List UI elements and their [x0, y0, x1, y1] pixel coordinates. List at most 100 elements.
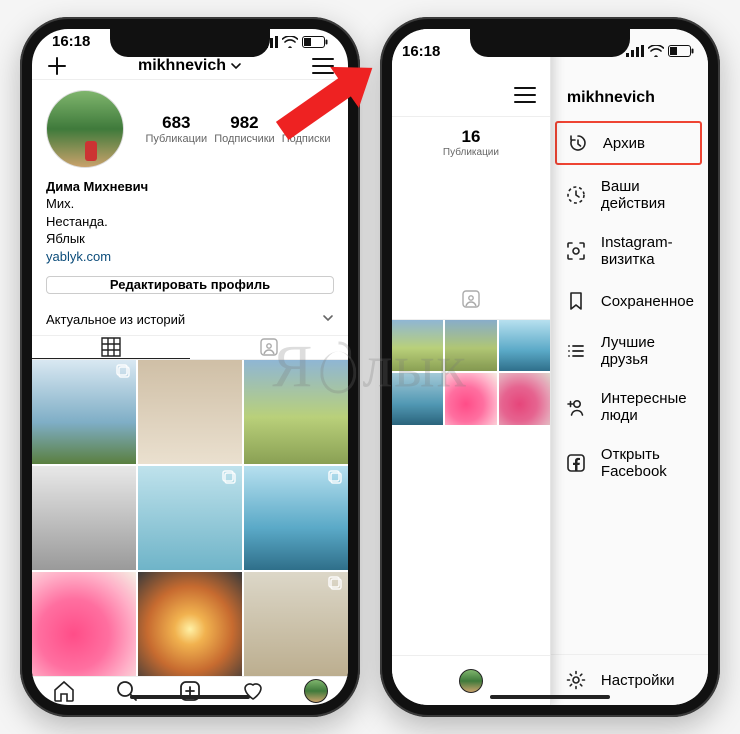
battery-icon	[302, 36, 328, 48]
tab-profile[interactable]	[303, 678, 329, 704]
side-menu: mikhnevich Архив Ваши действия Instagram…	[551, 29, 708, 705]
highlights-label: Актуальное из историй	[46, 312, 185, 327]
followers-label: Подписчики	[214, 133, 275, 145]
menu-item-discover-people[interactable]: Интересные люди	[551, 379, 708, 435]
gear-icon	[565, 669, 587, 691]
tab-grid[interactable]	[32, 336, 190, 359]
status-icons	[626, 45, 694, 57]
menu-item-nametag[interactable]: Instagram-визитка	[551, 223, 708, 279]
username-label: mikhnevich	[138, 57, 226, 75]
avatar[interactable]	[46, 90, 124, 168]
posts-label: Публикации	[443, 147, 499, 158]
menu-item-archive[interactable]: Архив	[555, 121, 702, 165]
tab-home[interactable]	[51, 678, 77, 704]
menu-item-facebook[interactable]: Открыть Facebook	[551, 435, 708, 491]
post-thumb[interactable]	[138, 572, 242, 676]
bookmark-icon	[565, 290, 587, 312]
grid-icon	[101, 337, 121, 357]
menu-item-activity[interactable]: Ваши действия	[551, 167, 708, 223]
posts-grid	[32, 360, 348, 676]
add-button[interactable]	[46, 55, 68, 77]
notch	[470, 29, 630, 57]
menu-item-saved[interactable]: Сохраненное	[551, 279, 708, 323]
notch	[110, 29, 270, 57]
facebook-icon	[565, 452, 587, 474]
post-thumb[interactable]	[138, 360, 242, 464]
profile-tabs	[32, 336, 348, 360]
home-icon	[52, 679, 76, 703]
tab-tagged-partial[interactable]	[392, 278, 550, 319]
menu-item-close-friends[interactable]: Лучшие друзья	[551, 323, 708, 379]
menu-item-label: Открыть Facebook	[601, 446, 694, 480]
post-thumb[interactable]	[392, 320, 443, 371]
post-thumb[interactable]	[244, 466, 348, 570]
tab-search[interactable]	[114, 678, 140, 704]
post-thumb[interactable]	[32, 360, 136, 464]
followers-count: 982	[214, 113, 275, 133]
menu-item-label: Instagram-визитка	[601, 234, 694, 268]
carousel-icon	[328, 576, 344, 597]
add-person-icon	[565, 396, 587, 418]
post-thumb[interactable]	[392, 373, 443, 424]
scan-icon	[565, 240, 587, 262]
edit-profile-button[interactable]: Редактировать профиль	[46, 276, 334, 294]
search-icon	[115, 679, 139, 703]
post-thumb[interactable]	[138, 466, 242, 570]
bottom-tab-bar	[32, 676, 348, 705]
avatar-mini-icon	[304, 679, 328, 703]
screen-right: 16:18 . 16 Публикации	[392, 29, 708, 705]
status-time: 16:18	[52, 33, 90, 50]
tab-profile[interactable]	[458, 668, 484, 694]
phone-right: 16:18 . 16 Публикации	[380, 17, 720, 717]
settings-label: Настройки	[601, 672, 675, 689]
clock-icon	[565, 184, 587, 206]
carousel-icon	[116, 364, 132, 385]
bio-line1: Мих.	[46, 195, 334, 213]
phone-left: 16:18 mikhnevich	[20, 17, 360, 717]
stat-followers[interactable]: 982 Подписчики	[214, 113, 275, 145]
avatar-mini-icon	[459, 669, 483, 693]
menu-button[interactable]	[514, 86, 536, 104]
tab-activity[interactable]	[240, 678, 266, 704]
menu-item-label: Архив	[603, 135, 645, 152]
carousel-icon	[328, 470, 344, 491]
status-time: 16:18	[402, 43, 440, 60]
heart-icon	[241, 679, 265, 703]
list-icon	[565, 340, 587, 362]
post-thumb[interactable]	[499, 373, 550, 424]
posts-count: 16	[443, 127, 499, 147]
home-indicator	[130, 695, 250, 699]
profile-header-partial: .	[392, 73, 550, 117]
menu-item-label: Ваши действия	[601, 178, 694, 212]
menu-item-label: Лучшие друзья	[601, 334, 694, 368]
wifi-icon	[648, 45, 664, 57]
bio-line3: Яблык	[46, 230, 334, 248]
wifi-icon	[282, 36, 298, 48]
username-dropdown[interactable]: mikhnevich	[138, 57, 242, 75]
tab-tagged[interactable]	[190, 336, 348, 359]
edit-profile-label: Редактировать профиль	[110, 277, 270, 292]
profile-header: mikhnevich	[32, 54, 348, 80]
post-thumb[interactable]	[244, 360, 348, 464]
menu-item-label: Интересные люди	[601, 390, 694, 424]
bio: Дима Михневич Мих. Нестанда. Яблык yably…	[32, 178, 348, 276]
tagged-icon	[461, 289, 481, 309]
signal-icon	[626, 45, 644, 57]
post-thumb[interactable]	[32, 572, 136, 676]
bio-link[interactable]: yablyk.com	[46, 248, 334, 266]
post-thumb[interactable]	[32, 466, 136, 570]
tab-new-post[interactable]	[177, 678, 203, 704]
post-thumb[interactable]	[244, 572, 348, 676]
stat-posts-partial: 16 Публикации	[443, 127, 499, 158]
battery-icon	[668, 45, 694, 57]
history-icon	[567, 132, 589, 154]
chevron-down-icon	[322, 312, 334, 327]
profile-behind-menu: 16:18 . 16 Публикации	[392, 29, 551, 705]
carousel-icon	[222, 470, 238, 491]
post-thumb[interactable]	[445, 320, 496, 371]
post-thumb[interactable]	[499, 320, 550, 371]
story-highlights-toggle[interactable]: Актуальное из историй	[32, 304, 348, 336]
add-post-icon	[178, 679, 202, 703]
stat-posts[interactable]: 683 Публикации	[146, 113, 208, 145]
post-thumb[interactable]	[445, 373, 496, 424]
